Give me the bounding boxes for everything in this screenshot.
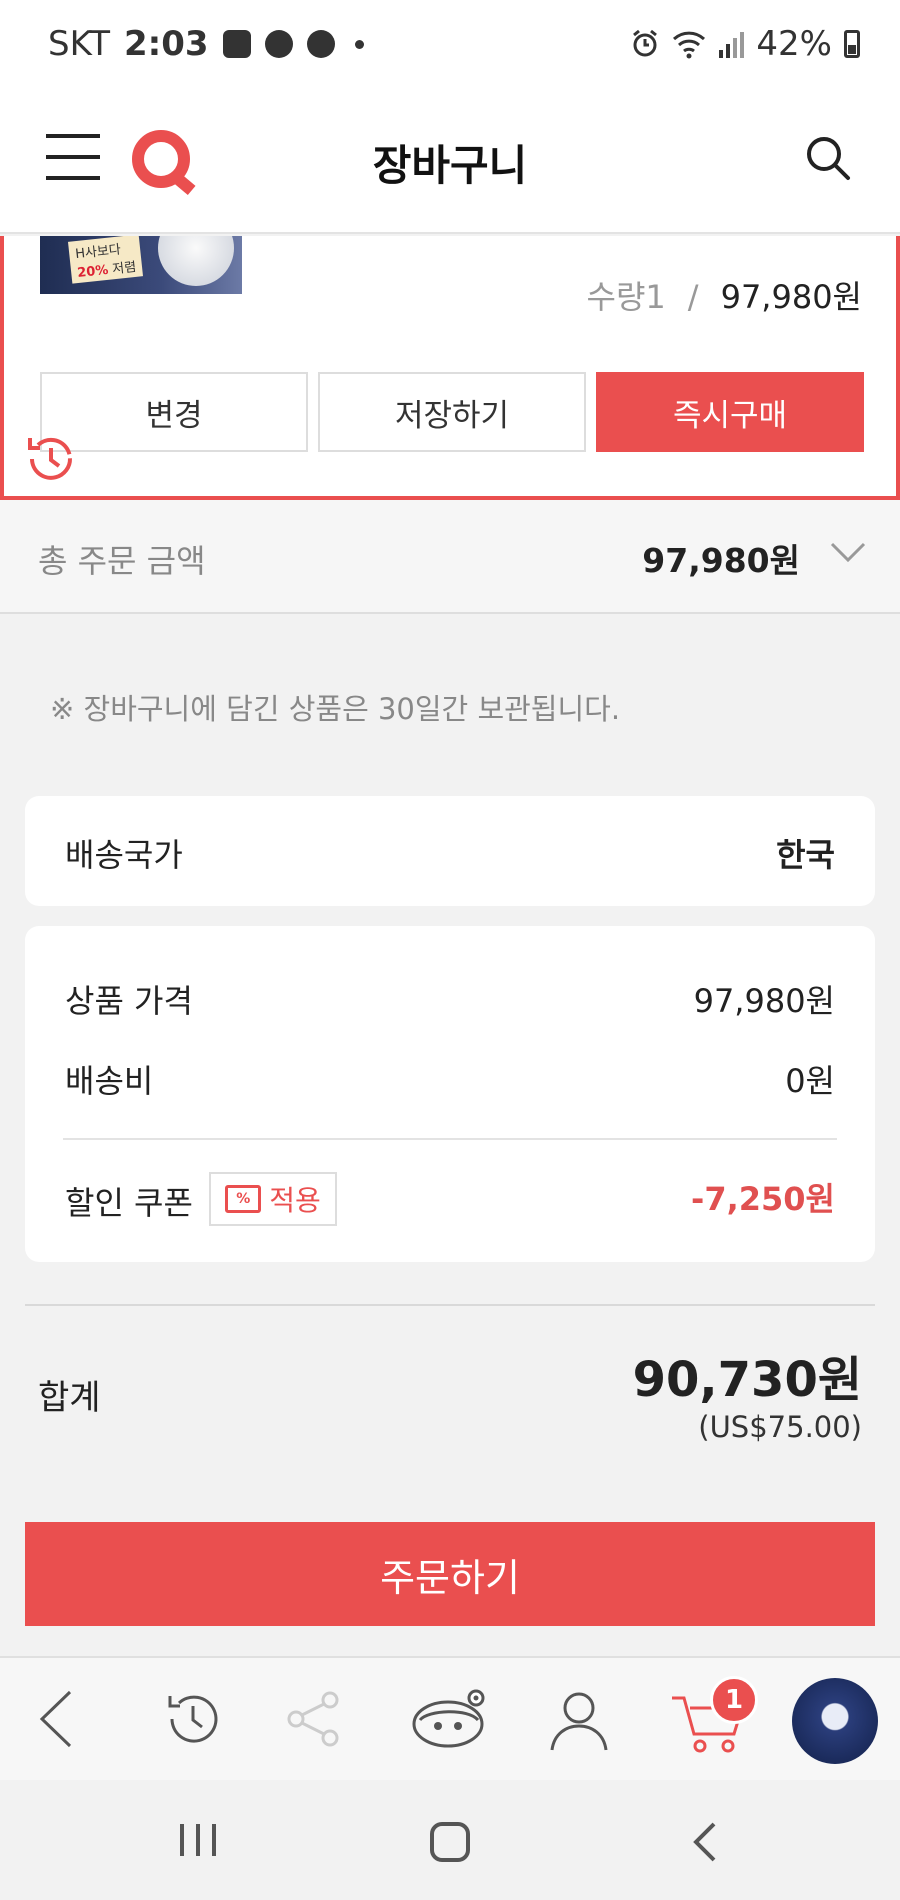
my-account-icon[interactable] <box>544 1684 614 1754</box>
app-header: 장바구니 <box>0 92 900 234</box>
search-icon[interactable] <box>804 134 852 182</box>
divider <box>25 1304 875 1306</box>
separator: / <box>687 278 699 316</box>
coupon-icon: % <box>225 1185 262 1213</box>
home-icon[interactable] <box>428 1820 472 1864</box>
battery-icon <box>844 30 860 58</box>
item-price: 97,980원 <box>720 278 862 316</box>
gallery-icon <box>222 30 251 58</box>
shipping-country-label: 배송국가 <box>65 836 183 874</box>
back-icon[interactable] <box>22 1684 92 1754</box>
item-price-value: 97,980원 <box>693 982 835 1020</box>
shipping-country-panel[interactable]: 배송국가 한국 <box>25 796 875 906</box>
discount-value: -7,250원 <box>691 1180 835 1218</box>
product-image <box>158 236 234 286</box>
naver-icon <box>306 30 335 58</box>
buy-now-button[interactable]: 즉시구매 <box>596 372 864 452</box>
signal-icon <box>719 32 745 58</box>
coupon-label: 할인 쿠폰 <box>65 1184 193 1222</box>
product-thumbnail[interactable]: H사보다 20% 저렴 <box>40 236 242 294</box>
recent-apps-icon[interactable] <box>176 1820 220 1860</box>
battery-percent: 42% <box>756 24 832 64</box>
save-button[interactable]: 저장하기 <box>318 372 586 452</box>
shipping-country-value: 한국 <box>776 836 835 874</box>
bottom-app-nav: 1 <box>0 1656 900 1780</box>
alarm-icon <box>633 29 658 57</box>
talk-icon <box>264 30 293 58</box>
grand-total-value: 90,730원 <box>632 1352 862 1408</box>
grand-total-usd: (US$75.00) <box>698 1410 862 1444</box>
change-button[interactable]: 변경 <box>40 372 308 452</box>
clock: 2:03 <box>124 24 209 64</box>
wifi-icon <box>673 31 706 59</box>
apply-coupon-label: 적용 <box>269 1184 321 1217</box>
total-order-label: 총 주문 금액 <box>38 542 206 580</box>
chevron-down-icon[interactable] <box>830 534 866 570</box>
total-order-amount: 97,980원 <box>642 541 800 580</box>
share-icon[interactable] <box>280 1684 350 1754</box>
apply-coupon-button[interactable]: % 적용 <box>209 1172 337 1226</box>
shipping-fee-label: 배송비 <box>65 1062 154 1100</box>
more-notifications-icon <box>354 39 364 49</box>
price-breakdown-panel: 상품 가격 97,980원 배송비 0원 할인 쿠폰 % 적용 -7,250원 <box>25 926 875 1262</box>
promo-banner-thumbnail[interactable] <box>792 1678 878 1764</box>
cart-retention-notice: ※ 장바구니에 담긴 상품은 30일간 보관됩니다. <box>50 692 621 726</box>
cart-count-badge: 1 <box>710 1676 758 1724</box>
total-order-bar[interactable]: 총 주문 금액 97,980원 <box>0 500 900 614</box>
carrier-label: SKT <box>48 24 111 64</box>
quantity-price: 수량1 / 97,980원 <box>587 272 862 318</box>
cart-item-card: H사보다 20% 저렴 수량1 / 97,980원 변경 저장하기 즉시구매 <box>0 236 900 500</box>
grand-total-label: 합계 <box>38 1378 101 1418</box>
status-bar: SKT 2:03 42% <box>0 0 900 92</box>
item-price-label: 상품 가격 <box>65 982 193 1020</box>
page-title: 장바구니 <box>372 141 528 190</box>
place-order-button[interactable]: 주문하기 <box>25 1522 875 1626</box>
thumbnail-promo-tag: H사보다 20% 저렴 <box>67 236 144 284</box>
system-back-icon[interactable] <box>688 1820 724 1864</box>
divider <box>63 1138 837 1140</box>
item-actions: 변경 저장하기 즉시구매 <box>40 372 864 452</box>
recent-history-icon[interactable] <box>22 430 80 488</box>
system-nav-bar <box>0 1780 900 1900</box>
shipping-fee-value: 0원 <box>785 1062 835 1100</box>
mascot-icon[interactable] <box>410 1684 490 1754</box>
quantity-label: 수량1 <box>586 278 666 316</box>
recent-history-icon[interactable] <box>158 1684 228 1754</box>
